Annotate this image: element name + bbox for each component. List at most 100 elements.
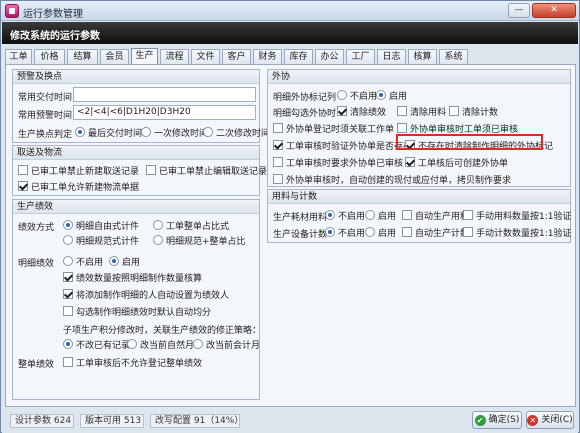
warning-panel: 预警及换点 常用交付时间 常用预警时间 <2|<4|<6|D1H20|D3H20… (12, 69, 270, 143)
tab-14[interactable]: 系统 (439, 49, 468, 65)
method-free[interactable]: 明细自由式计件 (63, 220, 139, 232)
checkbox-icon (63, 306, 73, 316)
judge-option-first[interactable]: 一次修改时间 (141, 127, 208, 139)
manual-mat[interactable]: 手动用料数量按1:1验证 (463, 210, 572, 222)
radio-selected-icon (63, 220, 73, 230)
logistics-opt1[interactable]: 已审工单禁止新建取送记录 (18, 165, 139, 177)
ext-create[interactable]: 工单核后可创建外协单 (405, 157, 508, 169)
app-icon (5, 4, 19, 18)
detail-label: 明细绩效 (18, 259, 55, 269)
auto-mat[interactable]: 自动生产用料 (402, 210, 469, 222)
whole-label: 整单绩效 (18, 360, 55, 370)
radio-selected-icon (325, 227, 335, 237)
mark-label: 明细外协标记列 (273, 93, 337, 103)
detail-check2[interactable]: 将添加制作明细的人自动设置为绩效人 (63, 289, 229, 301)
checkbox-icon (397, 123, 407, 133)
check-icon: ✔ (474, 415, 486, 426)
tab-page: 预警及换点 常用交付时间 常用预警时间 <2|<4|<6|D1H20|D3H20… (5, 64, 576, 407)
tab-2[interactable]: 结算 (67, 49, 98, 65)
logistics-opt2[interactable]: 已审工单禁止编辑取送记录 (146, 165, 267, 177)
tab-8[interactable]: 财务 (253, 49, 282, 65)
warn-time-label: 常用预警时间 (18, 111, 73, 121)
close-button[interactable]: ✕ 关闭(C) (526, 411, 574, 429)
logistics-panel-title: 取送及物流 (13, 146, 259, 160)
due-time-label: 常用交付时间 (18, 93, 73, 103)
whole-option[interactable]: 工单审核后不允许登记整单绩效 (63, 357, 202, 369)
ext-require-audit[interactable]: 工单审核时要求外协单已审核 (273, 157, 403, 169)
mat-disable[interactable]: 不启用 (325, 210, 365, 222)
tab-7[interactable]: 客户 (222, 49, 251, 65)
policy-keep[interactable]: 不改已有记录 (63, 339, 130, 351)
tab-6[interactable]: 文件 (191, 49, 220, 65)
clear-count[interactable]: 清除计数 (449, 106, 498, 118)
policy-fiscal-month[interactable]: 改当前会计月 (193, 339, 260, 351)
tab-11[interactable]: 工厂 (346, 49, 375, 65)
mark-enable[interactable]: 启用 (376, 90, 407, 102)
clear-material[interactable]: 清除用料 (397, 106, 446, 118)
detail-check3[interactable]: 勾选制作明细绩效时默认自动均分 (63, 306, 211, 318)
header-band: 修改系统的运行参数 (2, 22, 578, 44)
radio-icon (365, 227, 375, 237)
checkbox-icon (273, 123, 283, 133)
ext-copy-require[interactable]: 外协单审核时，自动创建的现付或应付单，拷贝制作要求 (273, 174, 511, 186)
tab-1[interactable]: 价格 (34, 49, 65, 65)
radio-icon (337, 90, 347, 100)
tab-0[interactable]: 工单 (5, 49, 32, 65)
tab-3[interactable]: 会员 (100, 49, 129, 65)
checkbox-checked-icon (63, 272, 73, 282)
radio-selected-icon (376, 90, 386, 100)
minimize-button[interactable]: — (508, 3, 530, 18)
due-time-input[interactable] (73, 87, 256, 102)
checkbox-icon (463, 227, 473, 237)
confirm-button[interactable]: ✔ 确定(S) (472, 411, 522, 429)
status-bar: 设计参数 624 版本可用 513 改写配置 91（14%） ✔ 确定(S) ✕ 关… (2, 409, 578, 433)
judge-option-last[interactable]: 最后交付时间 (75, 127, 142, 139)
judge-option-second[interactable]: 二次修改时间 (203, 127, 270, 139)
checkbox-icon (273, 174, 283, 184)
title-bar[interactable]: 运行参数管理 — ✕ (1, 1, 579, 21)
checkbox-checked-icon (63, 289, 73, 299)
manual-count[interactable]: 手动计数数量按1:1验证 (463, 227, 572, 239)
radio-icon (63, 256, 73, 266)
mat-enable[interactable]: 启用 (365, 210, 396, 222)
judge-label: 生产换点判定 (18, 130, 73, 140)
status-changed: 改写配置 91（14%） (150, 414, 243, 428)
ext-verify[interactable]: 工单审核时验证外协单是否存在 (273, 140, 412, 152)
checkbox-icon (397, 106, 407, 116)
clear-perf[interactable]: 清除绩效 (337, 106, 386, 118)
logistics-opt3[interactable]: 已审工单允许新建物流单据 (18, 181, 139, 193)
checkbox-checked-icon (273, 140, 283, 150)
detail-disable[interactable]: 不启用 (63, 256, 103, 268)
auto-count[interactable]: 自动生产计数 (402, 227, 469, 239)
dev-disable[interactable]: 不启用 (325, 227, 365, 239)
tab-13[interactable]: 核算 (408, 49, 437, 65)
close-icon: ✕ (527, 415, 539, 426)
status-design: 设计参数 624 (10, 414, 74, 428)
tab-5[interactable]: 流程 (160, 49, 189, 65)
method-standard-ratio[interactable]: 明细规范+整单占比 (153, 235, 246, 247)
ext-register[interactable]: 外协单登记时须关联工作单 (273, 123, 394, 135)
checkbox-checked-icon (18, 181, 28, 191)
dev-label: 生产设备计数 (273, 230, 328, 240)
check-label: 明细勾选外协时 (273, 109, 337, 119)
detail-check1[interactable]: 绩效数量按照明细制作数量核算 (63, 272, 202, 284)
warn-time-input[interactable]: <2|<4|<6|D1H20|D3H20 (73, 105, 256, 120)
checkbox-icon (402, 227, 412, 237)
radio-selected-icon (325, 210, 335, 220)
tab-9[interactable]: 库存 (284, 49, 313, 65)
checkbox-icon (146, 165, 156, 175)
policy-natural-month[interactable]: 改当前自然月 (127, 339, 194, 351)
radio-icon (63, 235, 73, 245)
window-close-button[interactable]: ✕ (532, 3, 576, 18)
mark-disable[interactable]: 不启用 (337, 90, 377, 102)
dev-enable[interactable]: 启用 (365, 227, 396, 239)
tab-10[interactable]: 办公 (315, 49, 344, 65)
detail-enable[interactable]: 启用 (109, 256, 140, 268)
method-standard[interactable]: 明细规范式计件 (63, 235, 139, 247)
tab-12[interactable]: 日志 (377, 49, 406, 65)
method-ratio[interactable]: 工单整单占比式 (153, 220, 229, 232)
radio-icon (141, 127, 151, 137)
radio-icon (203, 127, 213, 137)
ext-audit[interactable]: 外协单审核时工单须已审核 (397, 123, 518, 135)
warning-panel-title: 预警及换点 (13, 70, 259, 84)
